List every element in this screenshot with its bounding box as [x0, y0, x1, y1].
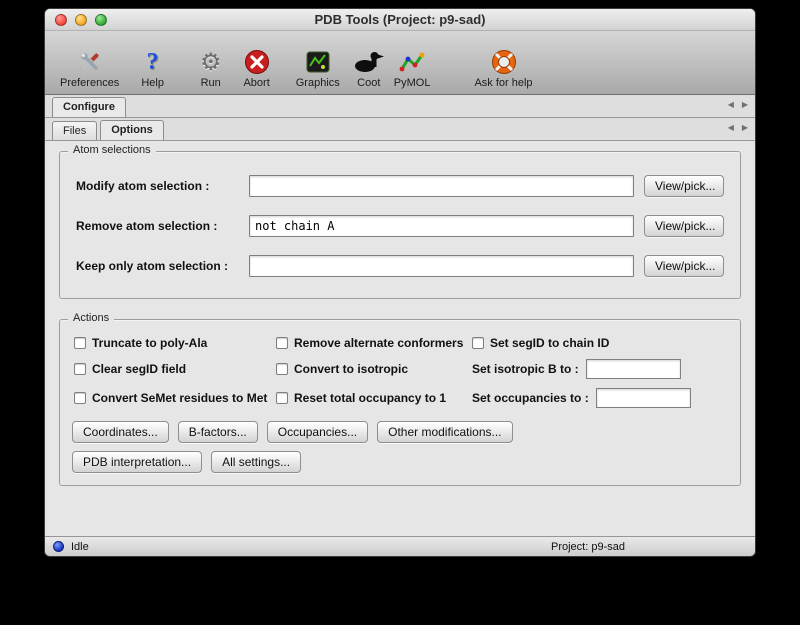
run-button[interactable]: ⚙ Run [195, 46, 227, 91]
tab-options[interactable]: Options [100, 120, 164, 140]
keep-only-atom-selection-row: Keep only atom selection : View/pick... [72, 246, 728, 286]
desktop-background: { "window": { "title": "PDB Tools (Proje… [0, 0, 800, 625]
group-legend: Atom selections [68, 144, 156, 156]
set-occupancies-input[interactable] [596, 388, 691, 408]
set-occupancies-field: Set occupancies to : [472, 388, 726, 408]
keep-only-atom-selection-label: Keep only atom selection : [76, 259, 239, 273]
close-button[interactable] [55, 14, 67, 26]
remove-alternate-conformers-checkbox[interactable]: Remove alternate conformers [276, 336, 468, 350]
toolbar-label: Graphics [296, 77, 340, 89]
checkbox-icon [74, 363, 86, 375]
checkbox-icon [276, 392, 288, 404]
question-icon: ? [147, 48, 159, 76]
tab-scroll-arrows: ◀ ▶ [728, 123, 748, 132]
modify-atom-selection-label: Modify atom selection : [76, 179, 239, 193]
abort-icon [244, 48, 270, 76]
set-segid-to-chain-id-checkbox[interactable]: Set segID to chain ID [472, 336, 726, 350]
remove-atom-selection-row: Remove atom selection : View/pick... [72, 206, 728, 246]
toolbar-label: Help [141, 77, 164, 89]
pymol-icon [399, 48, 425, 76]
b-factors-button[interactable]: B-factors... [178, 421, 258, 443]
occupancies-button[interactable]: Occupancies... [267, 421, 368, 443]
modify-atom-selection-input[interactable] [249, 175, 634, 197]
tab-configure[interactable]: Configure [52, 97, 126, 117]
modify-atom-selection-row: Modify atom selection : View/pick... [72, 166, 728, 206]
set-isotropic-b-label: Set isotropic B to : [472, 362, 579, 376]
keep-only-atom-selection-input[interactable] [249, 255, 634, 277]
title-bar[interactable]: PDB Tools (Project: p9-sad) [45, 9, 755, 31]
all-settings-button[interactable]: All settings... [211, 451, 301, 473]
status-bar: Idle Project: p9-sad [45, 536, 755, 556]
status-text: Idle [71, 541, 89, 553]
pdb-interpretation-button[interactable]: PDB interpretation... [72, 451, 202, 473]
actions-buttons-row-1: Coordinates... B-factors... Occupancies.… [72, 421, 728, 443]
configure-tab-bar: Configure ◀ ▶ [45, 95, 755, 118]
tab-scroll-arrows: ◀ ▶ [728, 100, 748, 109]
toolbar-label: Coot [357, 77, 380, 89]
gear-icon: ⚙ [200, 48, 222, 76]
tab-scroll-left-icon[interactable]: ◀ [728, 100, 734, 109]
truncate-poly-ala-checkbox[interactable]: Truncate to poly-Ala [74, 336, 272, 350]
view-pick-button[interactable]: View/pick... [644, 215, 724, 237]
tab-files[interactable]: Files [52, 121, 97, 140]
toolbar-label: PyMOL [394, 77, 431, 89]
status-indicator-icon [53, 541, 64, 552]
remove-atom-selection-label: Remove atom selection : [76, 219, 239, 233]
help-button[interactable]: ? Help [136, 46, 169, 91]
atom-selections-group: Atom selections Modify atom selection : … [59, 151, 741, 299]
minimize-button[interactable] [75, 14, 87, 26]
coot-button[interactable]: Coot [349, 46, 389, 91]
pymol-button[interactable]: PyMOL [389, 46, 436, 91]
remove-atom-selection-input[interactable] [249, 215, 634, 237]
files-options-tab-bar: Files Options ◀ ▶ [45, 118, 755, 141]
view-pick-button[interactable]: View/pick... [644, 175, 724, 197]
other-modifications-button[interactable]: Other modifications... [377, 421, 512, 443]
actions-group: Actions Truncate to poly-Ala Remove alte… [59, 319, 741, 486]
convert-semet-to-met-checkbox[interactable]: Convert SeMet residues to Met [74, 388, 272, 408]
window-title: PDB Tools (Project: p9-sad) [315, 12, 486, 27]
reset-total-occupancy-checkbox[interactable]: Reset total occupancy to 1 [276, 388, 468, 408]
checkbox-icon [276, 337, 288, 349]
pdb-tools-window: PDB Tools (Project: p9-sad) Preferences … [44, 8, 756, 557]
zoom-button[interactable] [95, 14, 107, 26]
view-pick-button[interactable]: View/pick... [644, 255, 724, 277]
toolbar: Preferences ? Help ⚙ Run Abort [45, 31, 755, 95]
checkbox-icon [74, 392, 86, 404]
checkbox-icon [74, 337, 86, 349]
traffic-lights [55, 14, 107, 26]
abort-button[interactable]: Abort [238, 46, 274, 91]
preferences-button[interactable]: Preferences [55, 46, 124, 91]
coordinates-button[interactable]: Coordinates... [72, 421, 169, 443]
options-panel: Atom selections Modify atom selection : … [45, 141, 755, 536]
coot-bird-icon [354, 48, 384, 76]
set-isotropic-b-field: Set isotropic B to : [472, 359, 726, 379]
graphics-icon [306, 48, 330, 76]
toolbar-label: Preferences [60, 77, 119, 89]
checkbox-icon [276, 363, 288, 375]
tab-scroll-right-icon[interactable]: ▶ [742, 123, 748, 132]
clear-segid-field-checkbox[interactable]: Clear segID field [74, 359, 272, 379]
ask-for-help-button[interactable]: Ask for help [469, 46, 537, 91]
tab-scroll-left-icon[interactable]: ◀ [728, 123, 734, 132]
actions-grid: Truncate to poly-Ala Remove alternate co… [72, 334, 728, 408]
toolbar-label: Ask for help [474, 77, 532, 89]
set-occupancies-label: Set occupancies to : [472, 391, 589, 405]
lifebuoy-icon [491, 48, 517, 76]
graphics-button[interactable]: Graphics [291, 46, 345, 91]
project-label: Project: p9-sad [551, 541, 625, 553]
checkbox-icon [472, 337, 484, 349]
set-isotropic-b-input[interactable] [586, 359, 681, 379]
toolbar-label: Abort [243, 77, 269, 89]
tools-icon [77, 48, 103, 76]
tab-scroll-right-icon[interactable]: ▶ [742, 100, 748, 109]
actions-buttons-row-2: PDB interpretation... All settings... [72, 451, 728, 473]
group-legend: Actions [68, 312, 114, 324]
toolbar-label: Run [201, 77, 221, 89]
convert-to-isotropic-checkbox[interactable]: Convert to isotropic [276, 359, 468, 379]
